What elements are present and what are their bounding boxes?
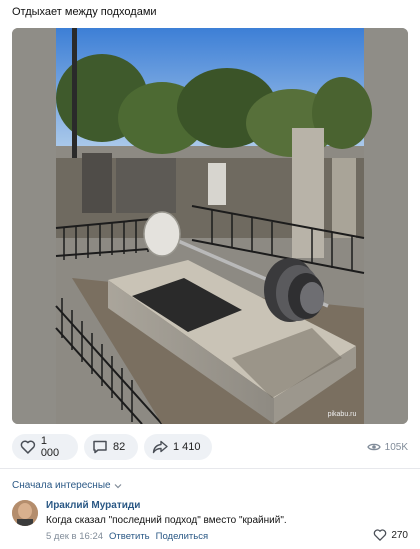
comment-icon	[93, 440, 107, 454]
chevron-down-icon	[114, 483, 122, 488]
share-count: 1 410	[173, 441, 201, 453]
comment-like-button[interactable]: 270	[373, 529, 408, 541]
share-button[interactable]: 1 410	[144, 434, 212, 460]
post-text: Отдыхает между подходами	[12, 6, 157, 18]
user-photo	[12, 500, 38, 526]
comments-sort-dropdown[interactable]: Сначала интересные	[12, 480, 122, 491]
heart-icon	[20, 440, 36, 454]
post-photo[interactable]: pikabu.ru	[12, 28, 408, 424]
divider	[0, 468, 420, 469]
sort-label: Сначала интересные	[12, 480, 111, 491]
comment-date[interactable]: 5 дек в 16:24	[46, 531, 103, 542]
comment-author[interactable]: Ираклий Муратиди	[46, 500, 140, 511]
eye-icon	[366, 443, 381, 451]
heart-icon	[374, 529, 387, 541]
cemetery-barbell-photo: pikabu.ru	[12, 28, 408, 424]
views-counter: 105K	[366, 434, 408, 460]
reply-link[interactable]: Ответить	[109, 531, 150, 542]
like-button[interactable]: 1 000	[12, 434, 78, 460]
views-count: 105K	[384, 441, 408, 453]
photo-watermark: pikabu.ru	[328, 411, 357, 418]
comment-button[interactable]: 82	[84, 434, 138, 460]
like-count: 1 000	[40, 435, 60, 459]
comment-item: Ираклий Муратиди Когда сказал "последний…	[12, 498, 408, 546]
avatar[interactable]	[12, 500, 38, 526]
share-link[interactable]: Поделиться	[156, 531, 208, 542]
share-arrow-icon	[152, 440, 168, 454]
comment-like-count: 270	[391, 529, 408, 541]
post-actions: 1 000 82 1 410 105K	[12, 434, 408, 460]
comment-count: 82	[113, 441, 126, 453]
comment-text: Когда сказал "последний подход" вместо "…	[46, 515, 287, 526]
comment-meta: 5 дек в 16:24 Ответить Поделиться	[46, 531, 208, 542]
